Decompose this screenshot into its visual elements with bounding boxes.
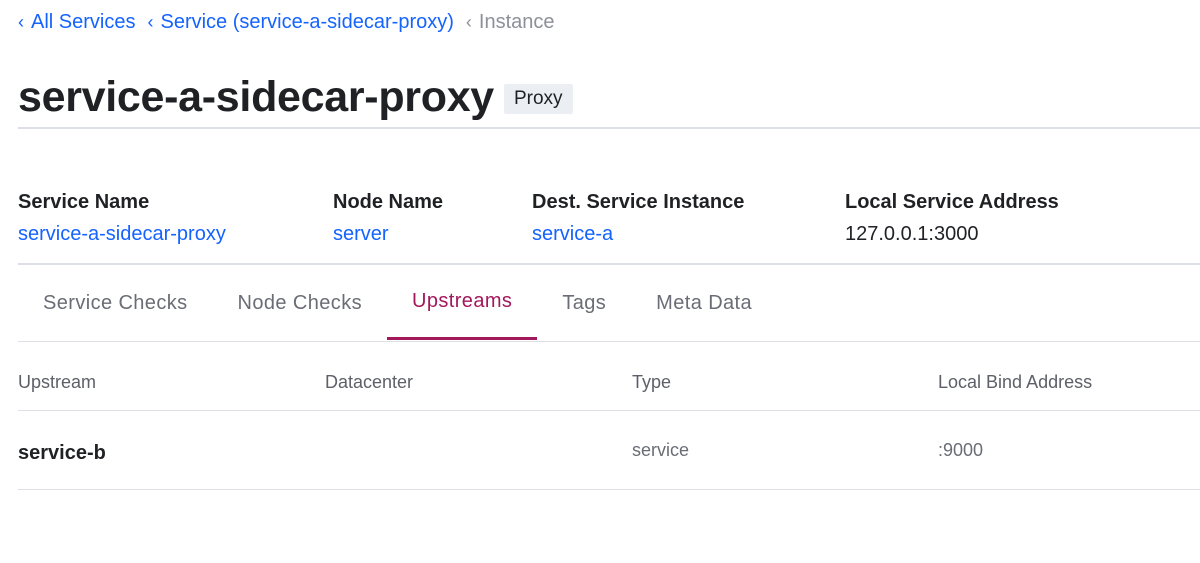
tab-upstreams[interactable]: Upstreams bbox=[387, 266, 538, 340]
chevron-left-icon: ‹ bbox=[465, 11, 472, 32]
breadcrumb-all-services[interactable]: ‹ All Services bbox=[18, 11, 135, 34]
type-cell: service bbox=[632, 440, 690, 460]
detail-node-name: Node Name server bbox=[333, 188, 532, 248]
detail-label: Local Service Address bbox=[845, 191, 1059, 213]
table-row[interactable]: service-b service :9000 bbox=[18, 412, 1200, 490]
divider bbox=[18, 263, 1200, 265]
detail-label: Service Name bbox=[18, 191, 150, 213]
chevron-left-icon: ‹ bbox=[147, 11, 154, 32]
column-header-local-bind-address: Local Bind Address bbox=[938, 372, 1093, 392]
tab-tags[interactable]: Tags bbox=[537, 266, 631, 340]
column-header-upstream: Upstream bbox=[18, 372, 97, 392]
detail-label: Node Name bbox=[333, 191, 444, 213]
column-header-type: Type bbox=[632, 372, 672, 392]
detail-value: server bbox=[333, 220, 532, 248]
detail-service-name: Service Name service-a-sidecar-proxy bbox=[18, 188, 333, 248]
tab-node-checks[interactable]: Node Checks bbox=[213, 266, 387, 340]
title-row: service-a-sidecar-proxy Proxy bbox=[18, 70, 573, 124]
node-name-link[interactable]: server bbox=[333, 223, 389, 245]
chevron-left-icon: ‹ bbox=[18, 11, 24, 32]
upstream-name: service-b bbox=[18, 442, 106, 464]
local-bind-address-cell: :9000 bbox=[938, 440, 984, 460]
detail-value: service-a-sidecar-proxy bbox=[18, 220, 333, 248]
detail-value: service-a bbox=[532, 220, 845, 248]
breadcrumb-label: Instance bbox=[478, 10, 555, 33]
breadcrumb-instance: ‹ Instance bbox=[466, 11, 555, 34]
breadcrumb-label: Service (service-a-sidecar-proxy) bbox=[160, 10, 454, 33]
breadcrumb: ‹ All Services ‹ Service (service-a-side… bbox=[18, 8, 567, 36]
breadcrumb-service[interactable]: ‹ Service (service-a-sidecar-proxy) bbox=[147, 11, 453, 34]
dest-service-link[interactable]: service-a bbox=[532, 223, 613, 245]
detail-label: Dest. Service Instance bbox=[532, 191, 745, 213]
proxy-badge: Proxy bbox=[503, 83, 573, 114]
table-header: Upstream Datacenter Type Local Bind Addr… bbox=[18, 364, 1200, 411]
service-name-link[interactable]: service-a-sidecar-proxy bbox=[18, 223, 226, 245]
detail-local-service-address: Local Service Address 127.0.0.1:3000 bbox=[845, 188, 1059, 248]
tab-bar: Service Checks Node Checks Upstreams Tag… bbox=[18, 266, 1200, 342]
tab-meta-data[interactable]: Meta Data bbox=[631, 266, 777, 340]
detail-dest-service-instance: Dest. Service Instance service-a bbox=[532, 188, 845, 248]
instance-details: Service Name service-a-sidecar-proxy Nod… bbox=[18, 188, 1059, 248]
column-header-datacenter: Datacenter bbox=[325, 372, 414, 392]
tab-service-checks[interactable]: Service Checks bbox=[18, 266, 213, 340]
page-title: service-a-sidecar-proxy bbox=[18, 73, 494, 121]
local-service-address-value: 127.0.0.1:3000 bbox=[845, 223, 979, 245]
breadcrumb-label: All Services bbox=[31, 10, 136, 33]
divider bbox=[18, 127, 1200, 129]
